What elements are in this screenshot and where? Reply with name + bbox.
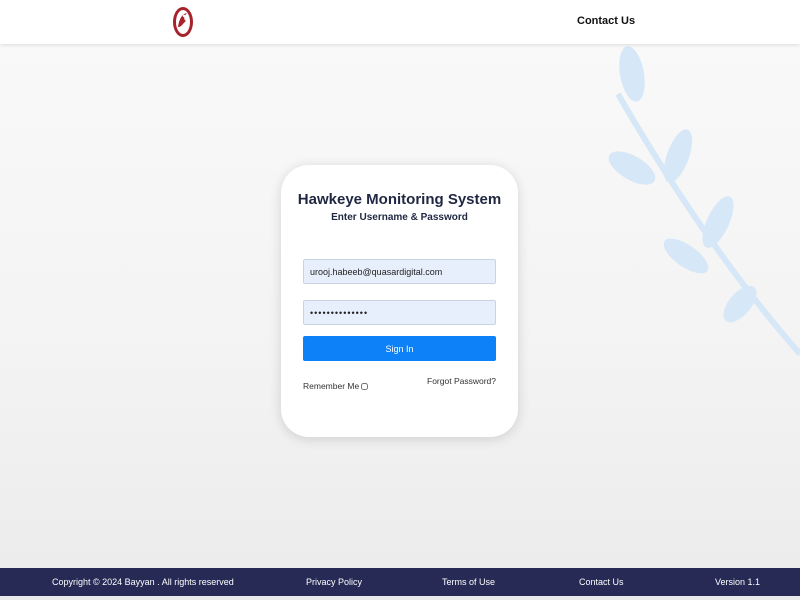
footer-terms-link[interactable]: Terms of Use — [442, 577, 495, 587]
forgot-password-link[interactable]: Forgot Password? — [427, 376, 496, 386]
leaf-decoration-icon — [608, 46, 800, 356]
footer-privacy-link[interactable]: Privacy Policy — [306, 577, 362, 587]
main-content: Hawkeye Monitoring System Enter Username… — [0, 44, 800, 568]
remember-me-label: Remember Me — [303, 381, 360, 391]
footer-version: Version 1.1 — [715, 577, 761, 587]
email-field[interactable] — [303, 259, 496, 284]
login-subtitle: Enter Username & Password — [331, 212, 468, 223]
sign-in-button[interactable]: Sign In — [303, 336, 496, 361]
password-field[interactable] — [303, 300, 496, 325]
eagle-logo-icon[interactable] — [170, 4, 196, 40]
nav-contact-us-link[interactable]: Contact Us — [577, 15, 635, 27]
footer-contact-link[interactable]: Contact Us — [579, 577, 624, 587]
footer: Copyright © 2024 Bayyan . All rights res… — [0, 568, 800, 596]
footer-copyright: Copyright © 2024 Bayyan . All rights res… — [52, 577, 234, 587]
login-card: Hawkeye Monitoring System Enter Username… — [281, 165, 518, 437]
top-header: Contact Us — [0, 0, 800, 44]
login-title: Hawkeye Monitoring System — [297, 191, 502, 208]
remember-me-checkbox[interactable] — [361, 382, 369, 390]
remember-me: Remember Me — [303, 381, 369, 391]
bottom-strip — [0, 596, 800, 600]
